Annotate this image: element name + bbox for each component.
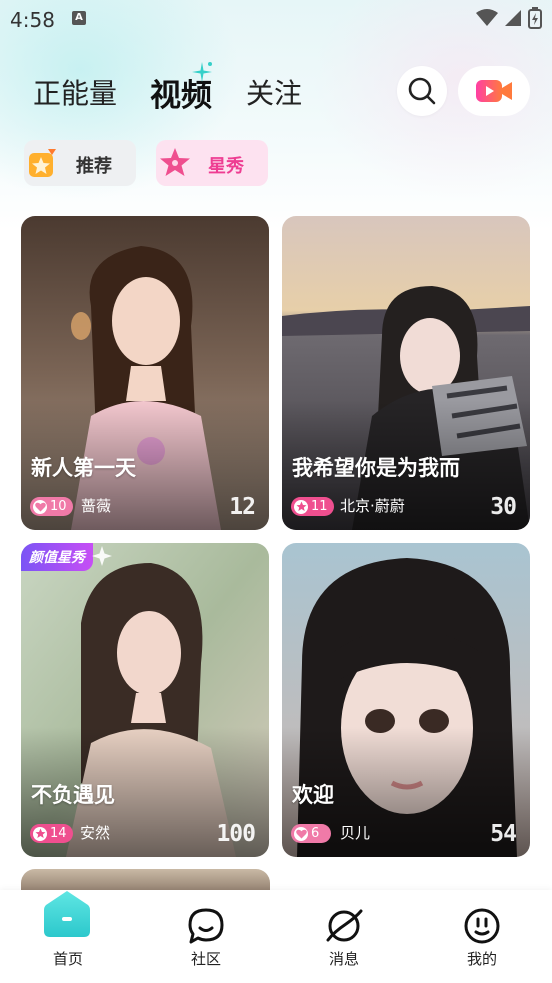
user-name: 蔷薇 <box>81 497 112 515</box>
status-time: 4:58 <box>10 8 55 32</box>
video-card[interactable]: 我希望你是为我而 11 北京·蔚蔚 30 <box>282 216 530 530</box>
viewer-count: 100 <box>216 821 256 847</box>
card-title: 我希望你是为我而 <box>292 456 460 480</box>
search-button[interactable] <box>397 66 447 116</box>
nav-community[interactable]: 社区 <box>156 890 256 983</box>
card-title: 不负遇见 <box>31 783 115 807</box>
sparkle-star-icon <box>92 546 112 566</box>
subtab-recommend-label: 推荐 <box>76 156 112 177</box>
level-badge: 14 <box>30 824 73 843</box>
level-value: 11 <box>311 499 328 514</box>
sparkle-icon <box>192 62 212 82</box>
card-title: 新人第一天 <box>31 456 136 480</box>
star-icon <box>33 826 47 841</box>
heart-icon <box>294 826 308 841</box>
pink-star-icon <box>160 148 190 176</box>
viewer-count: 30 <box>490 494 517 520</box>
nav-profile[interactable]: 我的 <box>432 890 532 983</box>
tab-positive-energy[interactable]: 正能量 <box>33 72 117 112</box>
planet-icon <box>326 909 363 942</box>
level-value: 14 <box>50 826 67 841</box>
video-card[interactable]: 欢迎 6 贝儿 54 <box>282 543 530 857</box>
live-button[interactable] <box>458 66 530 116</box>
status-indicator: A <box>72 11 86 25</box>
level-value: 10 <box>50 499 67 514</box>
beauty-star-ribbon: 颜值星秀 <box>21 543 93 571</box>
level-badge: 10 <box>30 497 73 516</box>
viewer-count: 54 <box>490 821 517 847</box>
top-header: 正能量 视频 关注 <box>0 60 552 124</box>
video-card[interactable]: 新人第一天 10 蔷薇 12 <box>21 216 269 530</box>
star-icon <box>294 499 308 514</box>
video-camera-icon <box>476 80 512 102</box>
level-badge: 6 <box>291 824 331 843</box>
subtab-star-show-label: 星秀 <box>208 156 244 177</box>
search-icon <box>408 77 436 105</box>
level-value: 6 <box>311 826 320 841</box>
nav-messages-label: 消息 <box>328 950 359 968</box>
battery-icon <box>528 7 542 29</box>
user-name: 贝儿 <box>340 824 371 842</box>
home-icon[interactable] <box>42 889 92 939</box>
user-name: 北京·蔚蔚 <box>340 497 405 515</box>
subtab-recommend[interactable]: 推荐 <box>24 140 136 186</box>
user-name: 安然 <box>80 824 111 842</box>
status-icons <box>476 7 542 29</box>
nav-messages[interactable]: 消息 <box>294 890 394 983</box>
card-title: 欢迎 <box>292 783 334 807</box>
viewer-count: 12 <box>229 494 256 520</box>
chat-bubble-icon <box>188 908 224 944</box>
star-box-icon <box>29 149 56 177</box>
wifi-icon <box>476 9 498 26</box>
signal-icon <box>505 10 521 26</box>
nav-community-label: 社区 <box>190 950 221 968</box>
level-badge: 11 <box>291 497 334 516</box>
tab-follow[interactable]: 关注 <box>246 72 302 112</box>
heart-icon <box>33 499 47 514</box>
smiley-icon <box>464 908 500 944</box>
nav-profile-label: 我的 <box>466 950 497 968</box>
nav-home-label: 首页 <box>52 950 83 968</box>
video-card[interactable]: 颜值星秀 不负遇见 14 安然 100 <box>21 543 269 857</box>
subtab-star-show[interactable]: 星秀 <box>156 140 268 186</box>
status-bar: 4:58 A <box>0 0 552 40</box>
